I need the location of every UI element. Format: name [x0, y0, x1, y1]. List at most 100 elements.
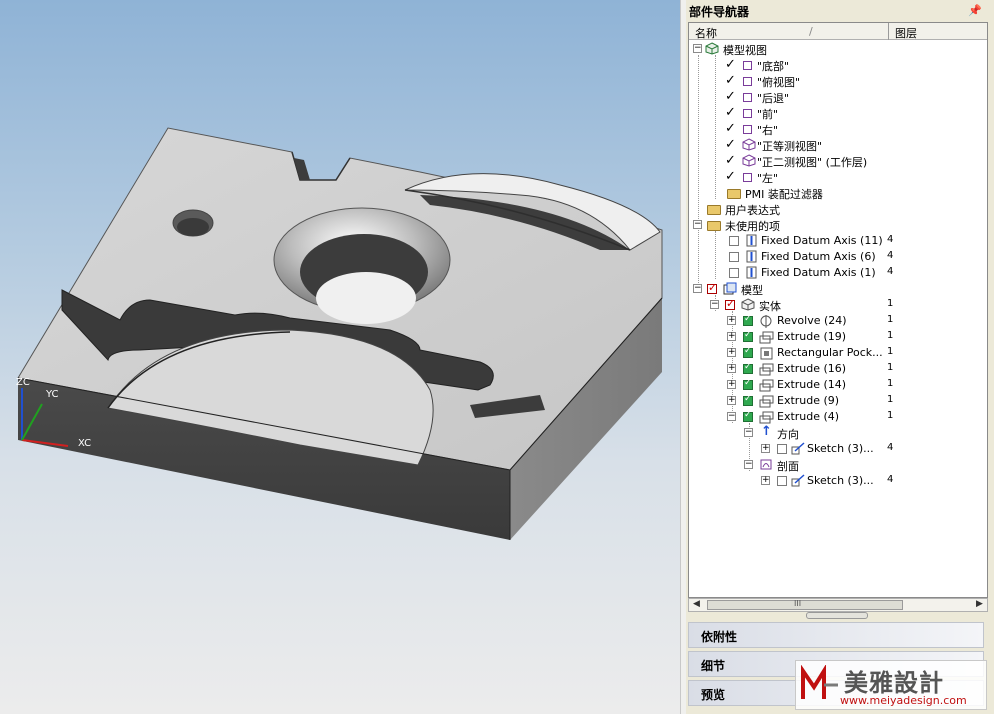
feature-checkbox[interactable]	[743, 362, 753, 374]
direction-label: 方向	[777, 428, 799, 441]
tree-node-view[interactable]: ✓ "正等测视图"	[689, 137, 987, 153]
feature-checkbox[interactable]	[743, 410, 753, 422]
column-name[interactable]: 名称	[695, 25, 717, 41]
navigator-title-text: 部件导航器	[689, 5, 750, 19]
yc-axis-label: YC	[46, 389, 59, 400]
feature-checkbox[interactable]	[743, 394, 753, 406]
checkmark-icon[interactable]: ✓	[725, 169, 736, 184]
tree-node-pmi-filter[interactable]: PMI 装配过滤器	[689, 185, 987, 201]
panel-dependencies[interactable]: 依附性	[688, 622, 984, 648]
tree-node-view[interactable]: ✓ "俯视图"	[689, 73, 987, 89]
checkmark-icon[interactable]: ✓	[725, 73, 736, 88]
pin-icon[interactable]: 📌	[968, 4, 982, 17]
checkmark-icon[interactable]: ✓	[725, 57, 736, 72]
layer-value: 4	[887, 266, 894, 277]
tree-node-model[interactable]: − 模型	[689, 281, 987, 297]
tree-node-user-expressions[interactable]: 用户表达式	[689, 201, 987, 217]
tree-node-view[interactable]: ✓ "后退"	[689, 89, 987, 105]
tree-node-feature[interactable]: − Extrude (4) 1	[689, 409, 987, 425]
view-icon	[743, 93, 752, 102]
isometric-view-icon	[742, 138, 756, 151]
view-label: "右"	[757, 124, 779, 137]
feature-checkbox[interactable]	[743, 378, 753, 390]
view-icon	[743, 125, 752, 134]
direction-arrow-icon: ↑	[761, 424, 772, 439]
view-icon	[743, 109, 752, 118]
tree-node-feature[interactable]: + Extrude (9) 1	[689, 393, 987, 409]
model-label: 模型	[741, 284, 763, 297]
watermark-title: 美雅設計	[844, 669, 944, 697]
tree-node-solid[interactable]: − 实体 1	[689, 297, 987, 313]
solid-checkbox[interactable]	[725, 297, 735, 310]
tree-node-unused-items[interactable]: − 未使用的项	[689, 217, 987, 233]
tree-horizontal-scrollbar[interactable]: ◀ III ▶	[688, 598, 988, 612]
tree-node-datum-axis[interactable]: Fixed Datum Axis (11) 4	[689, 233, 987, 249]
scrollbar-thumb[interactable]: III	[707, 599, 903, 610]
tree-node-datum-axis[interactable]: Fixed Datum Axis (6) 4	[689, 249, 987, 265]
checkmark-icon[interactable]: ✓	[725, 137, 736, 152]
tree-node-feature[interactable]: + Extrude (14) 1	[689, 377, 987, 393]
view-label: "正等测视图"	[757, 140, 823, 153]
view-label: "前"	[757, 108, 779, 121]
feature-checkbox[interactable]	[743, 314, 753, 326]
tree-node-view[interactable]: ✓ "底部"	[689, 57, 987, 73]
tree-node-sketch[interactable]: + Sketch (3)... 4	[689, 473, 987, 489]
visibility-checkbox[interactable]	[777, 476, 787, 486]
model-views-icon	[705, 42, 719, 55]
visibility-checkbox[interactable]	[777, 444, 787, 454]
feature-checkbox[interactable]	[743, 346, 753, 358]
navigator-title: 部件导航器 📌	[686, 0, 994, 22]
tree-node-datum-axis[interactable]: Fixed Datum Axis (1) 4	[689, 265, 987, 281]
layer-value: 1	[887, 378, 894, 389]
layer-value: 4	[887, 442, 894, 453]
tree-node-view[interactable]: ✓ "右"	[689, 121, 987, 137]
checkmark-icon[interactable]: ✓	[725, 121, 736, 136]
trimetric-view-icon	[742, 154, 756, 167]
feature-checkbox[interactable]	[743, 330, 753, 342]
section-icon	[760, 459, 772, 470]
column-sort-mark: /	[809, 25, 813, 38]
user-expressions-label: 用户表达式	[725, 204, 780, 217]
checkmark-icon[interactable]: ✓	[725, 105, 736, 120]
column-header: 名称 / 图层	[689, 23, 987, 40]
section-label: 剖面	[777, 460, 799, 473]
layer-value: 1	[887, 330, 894, 341]
navigator-tree[interactable]: 名称 / 图层 − 模型视图 ✓ "底部" ✓ "俯视图" ✓ "后退" ✓ "…	[688, 22, 988, 598]
tree-node-section[interactable]: − 剖面	[689, 457, 987, 473]
visibility-checkbox[interactable]	[729, 268, 739, 278]
datum-axis-label: Fixed Datum Axis (11)	[761, 234, 883, 247]
checkmark-icon[interactable]: ✓	[725, 89, 736, 104]
tree-node-direction[interactable]: − ↑ 方向	[689, 424, 987, 441]
column-layer[interactable]: 图层	[895, 25, 917, 41]
layer-value: 1	[887, 362, 894, 373]
tree-node-feature[interactable]: + Rectangular Pock... 1	[689, 345, 987, 361]
datum-axis-icon	[746, 250, 757, 263]
sketch-icon	[791, 442, 805, 455]
layer-value: 1	[887, 298, 894, 309]
sketch-label: Sketch (3)...	[807, 474, 874, 487]
visibility-checkbox[interactable]	[729, 252, 739, 262]
tree-node-feature[interactable]: + Revolve (24) 1	[689, 313, 987, 329]
graphics-viewport[interactable]: ZC YC XC	[0, 0, 680, 714]
tree-node-feature[interactable]: + Extrude (19) 1	[689, 329, 987, 345]
part-navigator: 部件导航器 📌 名称 / 图层 − 模型视图 ✓ "底部" ✓ "俯视图" ✓ …	[686, 0, 994, 714]
tree-node-model-views[interactable]: − 模型视图	[689, 41, 987, 57]
model-icon	[723, 282, 737, 295]
scroll-right-icon[interactable]: ▶	[976, 599, 983, 609]
model-checkbox[interactable]	[707, 281, 717, 294]
feature-label: Extrude (19)	[777, 330, 847, 343]
panel-dependencies-label: 依附性	[701, 630, 738, 644]
cad-model-render[interactable]	[0, 0, 680, 714]
extrude-icon	[759, 395, 774, 408]
panel-details-label: 细节	[701, 659, 726, 673]
scroll-left-icon[interactable]: ◀	[693, 599, 700, 609]
tree-node-view[interactable]: ✓ "前"	[689, 105, 987, 121]
visibility-checkbox[interactable]	[729, 236, 739, 246]
unused-items-label: 未使用的项	[725, 220, 780, 233]
tree-node-sketch[interactable]: + Sketch (3)... 4	[689, 441, 987, 457]
checkmark-icon[interactable]: ✓	[725, 153, 736, 168]
panel-resize-grip[interactable]	[806, 612, 868, 619]
tree-node-view[interactable]: ✓ "左"	[689, 169, 987, 185]
tree-node-feature[interactable]: + Extrude (16) 1	[689, 361, 987, 377]
tree-node-view[interactable]: ✓ "正二测视图" (工作层)	[689, 153, 987, 169]
